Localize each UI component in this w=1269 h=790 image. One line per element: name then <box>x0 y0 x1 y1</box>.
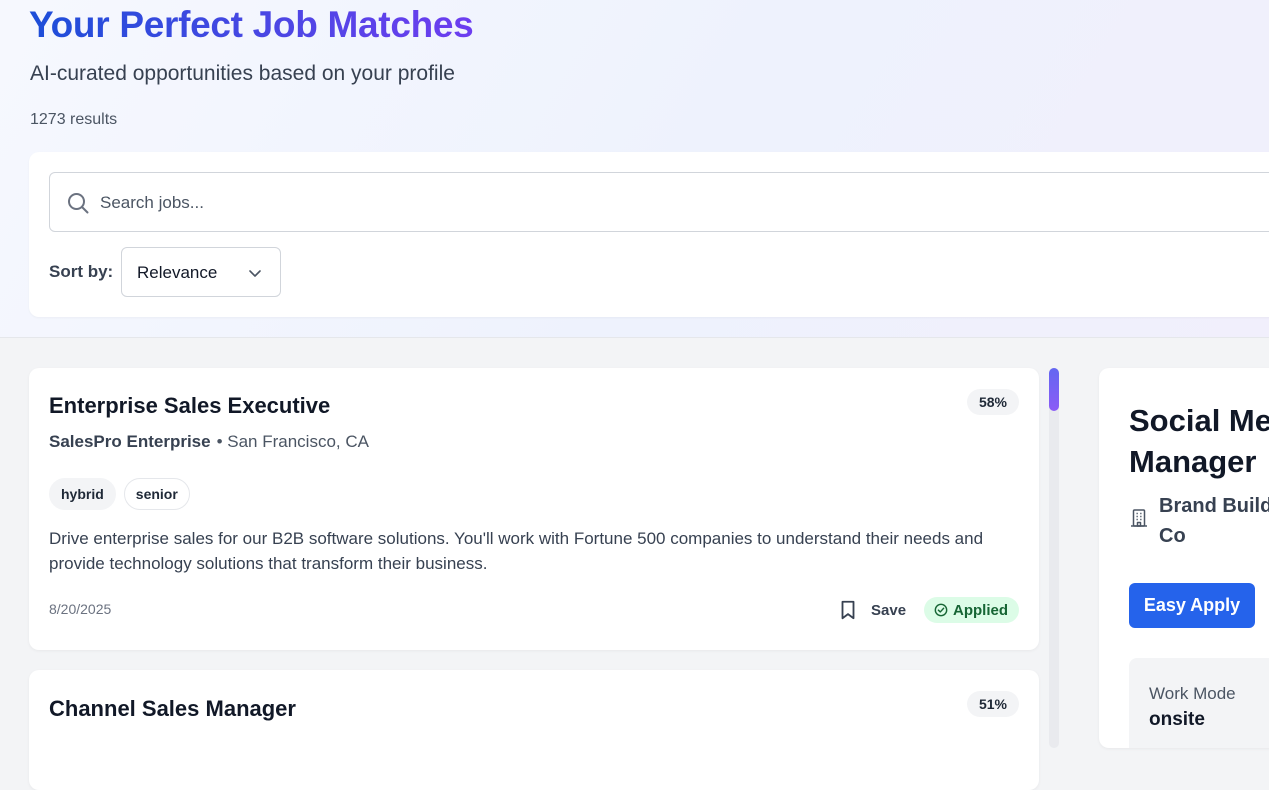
work-mode-value: onsite <box>1149 709 1205 730</box>
sort-select[interactable]: Relevance <box>121 247 281 297</box>
tag-list: hybrid senior <box>49 478 190 510</box>
job-title[interactable]: Enterprise Sales Executive <box>49 393 330 419</box>
match-badge: 51% <box>966 691 1019 717</box>
bookmark-icon <box>841 600 855 620</box>
job-location: • San Francisco, CA <box>216 432 369 451</box>
results-count: 1273 results <box>30 111 118 128</box>
search-input[interactable] <box>100 187 1100 219</box>
check-circle-icon <box>934 603 948 617</box>
search-icon <box>68 193 89 214</box>
posted-date: 8/20/2025 <box>49 601 112 617</box>
search-box[interactable] <box>49 172 1269 232</box>
job-card[interactable]: Channel Sales Manager 51% <box>29 670 1039 790</box>
work-mode-label: Work Mode <box>1149 684 1236 703</box>
page-title: Your Perfect Job Matches <box>29 4 474 45</box>
match-badge: 58% <box>966 389 1019 415</box>
tag-hybrid: hybrid <box>49 478 116 510</box>
page-subtitle: AI-curated opportunities based on your p… <box>30 62 455 85</box>
scrollbar-thumb[interactable] <box>1049 368 1059 411</box>
filter-panel: Sort by: Relevance <box>29 152 1269 317</box>
detail-company: Brand Builders Co <box>1159 495 1269 547</box>
applied-badge: Applied <box>924 597 1019 623</box>
applied-label: Applied <box>953 601 1008 619</box>
job-list-scrollbar[interactable] <box>1049 368 1059 748</box>
easy-apply-button[interactable]: Easy Apply <box>1129 583 1255 628</box>
sort-value: Relevance <box>137 263 218 282</box>
job-card[interactable]: Enterprise Sales Executive 58% SalesPro … <box>29 368 1039 650</box>
company-line: SalesPro Enterprise • San Francisco, CA <box>49 432 369 452</box>
building-icon <box>1131 509 1147 527</box>
tag-senior: senior <box>123 478 190 510</box>
detail-title: Social Media Manager <box>1129 403 1269 479</box>
chevron-down-icon <box>249 270 261 277</box>
save-button[interactable]: Save <box>837 597 906 623</box>
sort-label: Sort by: <box>49 262 114 281</box>
job-description: Drive enterprise sales for our B2B softw… <box>49 529 984 573</box>
company-name: SalesPro Enterprise <box>49 432 211 451</box>
work-mode-box: Work Mode onsite <box>1129 658 1269 748</box>
job-title[interactable]: Channel Sales Manager <box>49 696 296 722</box>
job-detail-panel: Social Media Manager Brand Builders Co E… <box>1099 368 1269 748</box>
page-header: Your Perfect Job Matches AI-curated oppo… <box>0 0 1269 338</box>
save-label: Save <box>871 601 907 619</box>
